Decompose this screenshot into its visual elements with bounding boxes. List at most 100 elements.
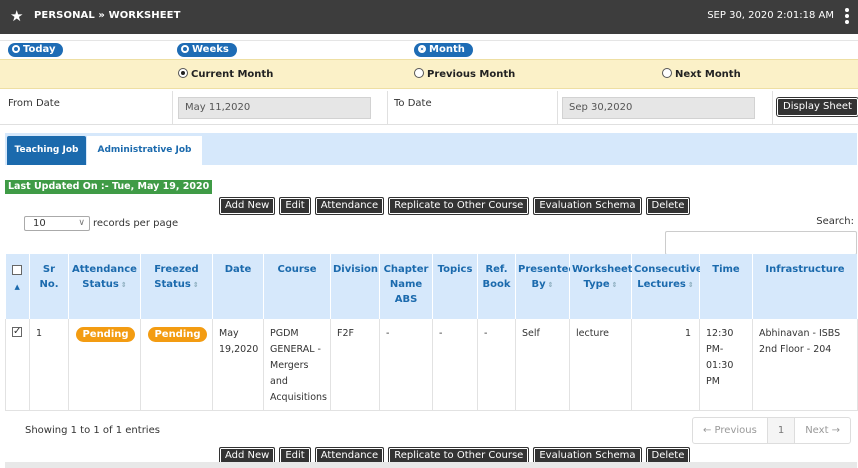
next-month-label: Next Month xyxy=(675,69,741,80)
chevron-down-icon: ∨ xyxy=(78,218,85,228)
pagination: ← Previous 1 Next → xyxy=(692,417,852,444)
to-date-input[interactable]: Sep 30,2020 xyxy=(562,97,755,119)
radio-icon[interactable] xyxy=(662,68,672,78)
column-label: Ref. Book xyxy=(482,264,511,290)
next-page-button[interactable]: Next → xyxy=(795,418,850,443)
column-header-time[interactable]: Time xyxy=(699,254,753,319)
showing-entries: Showing 1 to 1 of 1 entries xyxy=(25,425,160,436)
column-label: Attendance Status xyxy=(72,264,137,290)
column-label: Chapter Name ABS xyxy=(383,264,429,305)
column-header-worksheet-type[interactable]: Worksheet Type ⇕ xyxy=(569,254,633,319)
column-header-infrastructure[interactable]: Infrastructure xyxy=(752,254,858,319)
next-month-option[interactable]: Next Month xyxy=(662,68,741,80)
cell-date: May 19,2020 xyxy=(212,319,264,411)
last-updated-badge: Last Updated On :- Tue, May 19, 2020 xyxy=(5,180,213,194)
period-month-pill[interactable]: Month xyxy=(414,43,473,57)
date-range-row: From Date May 11,2020 To Date Sep 30,202… xyxy=(0,91,858,125)
attendance-button[interactable]: Attendance xyxy=(314,197,385,215)
row-select-cell[interactable] xyxy=(5,319,30,411)
column-header-topics[interactable]: Topics xyxy=(432,254,478,319)
status-badge: Pending xyxy=(148,327,207,342)
replicate-button[interactable]: Replicate to Other Course xyxy=(388,197,530,215)
cell-division: F2F xyxy=(330,319,380,411)
page-length-select[interactable]: 10 ∨ xyxy=(24,216,90,231)
cell-freezed-status: Pending xyxy=(140,319,213,411)
radio-icon xyxy=(181,45,189,53)
column-header-consecutive[interactable]: Consecutive Lectures ⇕ xyxy=(631,254,703,319)
divider xyxy=(772,91,773,125)
table-header-row: ▲ Sr No. Attendance Status ⇕ Freezed Stat… xyxy=(5,254,858,319)
column-header-freezed-status[interactable]: Freezed Status ⇕ xyxy=(140,254,213,319)
column-header-date[interactable]: Date xyxy=(212,254,264,319)
row-checkbox[interactable] xyxy=(12,324,22,340)
records-per-page-label: records per page xyxy=(93,218,179,229)
cell-consecutive: 1 xyxy=(631,319,700,411)
column-header-sr[interactable]: Sr No. xyxy=(29,254,69,319)
cell-topics: - xyxy=(432,319,478,411)
column-header-presented-by[interactable]: Presented By ⇕ xyxy=(515,254,576,319)
previous-page-button[interactable]: ← Previous xyxy=(693,418,768,443)
column-header-ref-book[interactable]: Ref. Book xyxy=(477,254,516,319)
cell-chapter: - xyxy=(379,319,433,411)
job-tabs: Teaching Job Administrative Job xyxy=(5,133,857,165)
cell-sr: 1 xyxy=(29,319,69,411)
column-label: Course xyxy=(277,264,317,275)
select-all-header[interactable]: ▲ xyxy=(5,254,30,319)
divider xyxy=(172,91,173,125)
sort-icon: ⇕ xyxy=(547,281,554,289)
divider xyxy=(387,91,388,125)
top-bar: ★ PERSONAL » WORKSHEET SEP 30, 2020 2:01… xyxy=(0,0,858,34)
current-month-option[interactable]: Current Month xyxy=(178,68,273,80)
column-header-chapter[interactable]: Chapter Name ABS xyxy=(379,254,433,319)
edit-button[interactable]: Edit xyxy=(279,197,311,215)
column-header-division[interactable]: Division xyxy=(330,254,380,319)
radio-icon[interactable] xyxy=(414,68,424,78)
breadcrumb: PERSONAL » WORKSHEET xyxy=(34,10,181,21)
sort-icon: ⇕ xyxy=(687,281,694,289)
clock-datetime: SEP 30, 2020 2:01:18 AM xyxy=(707,10,834,21)
star-icon[interactable]: ★ xyxy=(10,7,23,25)
search-label: Search: xyxy=(816,216,854,227)
worksheet-table: ▲ Sr No. Attendance Status ⇕ Freezed Stat… xyxy=(5,254,858,411)
search-input[interactable] xyxy=(665,231,857,255)
tab-administrative-job[interactable]: Administrative Job xyxy=(87,136,202,165)
period-weeks-pill[interactable]: Weeks xyxy=(177,43,237,57)
column-header-course[interactable]: Course xyxy=(263,254,331,319)
status-badge: Pending xyxy=(76,327,135,342)
cell-worksheet-type: lecture xyxy=(569,319,632,411)
add-new-button[interactable]: Add New xyxy=(219,197,276,215)
radio-selected-icon[interactable] xyxy=(178,68,188,78)
horizontal-scrollbar[interactable] xyxy=(5,462,857,468)
records-per-page: 10 ∨ records per page xyxy=(24,216,178,231)
evaluation-schema-button[interactable]: Evaluation Schema xyxy=(533,197,642,215)
display-sheet-button[interactable]: Display Sheet xyxy=(776,97,858,117)
column-label: Sr No. xyxy=(39,264,59,290)
tab-teaching-job[interactable]: Teaching Job xyxy=(7,136,86,165)
sort-icon: ⇕ xyxy=(192,281,199,289)
column-header-attendance-status[interactable]: Attendance Status ⇕ xyxy=(68,254,141,319)
page-number-button[interactable]: 1 xyxy=(767,418,796,443)
cell-ref-book: - xyxy=(477,319,516,411)
divider xyxy=(557,91,558,125)
table-row[interactable]: 1 Pending Pending May 19,2020 PGDM GENER… xyxy=(5,319,858,411)
current-month-label: Current Month xyxy=(191,69,274,80)
period-today-pill[interactable]: Today xyxy=(8,43,64,57)
month-options: Current Month Previous Month Next Month xyxy=(0,59,858,89)
cell-course: PGDM GENERAL - Mergers and Acquisitions xyxy=(263,319,331,411)
vertical-dots-icon[interactable] xyxy=(844,7,850,25)
select-all-checkbox[interactable] xyxy=(12,265,23,275)
delete-button[interactable]: Delete xyxy=(645,197,691,215)
period-today-label: Today xyxy=(23,44,56,55)
action-toolbar-top: Add New Edit Attendance Replicate to Other … xyxy=(219,197,694,215)
sort-icon: ⇕ xyxy=(120,281,127,289)
column-label: Time xyxy=(712,264,740,275)
previous-month-label: Previous Month xyxy=(427,69,516,80)
radio-selected-icon xyxy=(418,45,426,53)
column-label: Topics xyxy=(437,264,473,275)
cell-attendance-status: Pending xyxy=(68,319,141,411)
page-length-value: 10 xyxy=(33,218,46,229)
period-weeks-label: Weeks xyxy=(192,44,229,55)
previous-month-option[interactable]: Previous Month xyxy=(414,68,515,80)
sort-icon: ⇕ xyxy=(611,281,618,289)
from-date-input[interactable]: May 11,2020 xyxy=(178,97,371,119)
